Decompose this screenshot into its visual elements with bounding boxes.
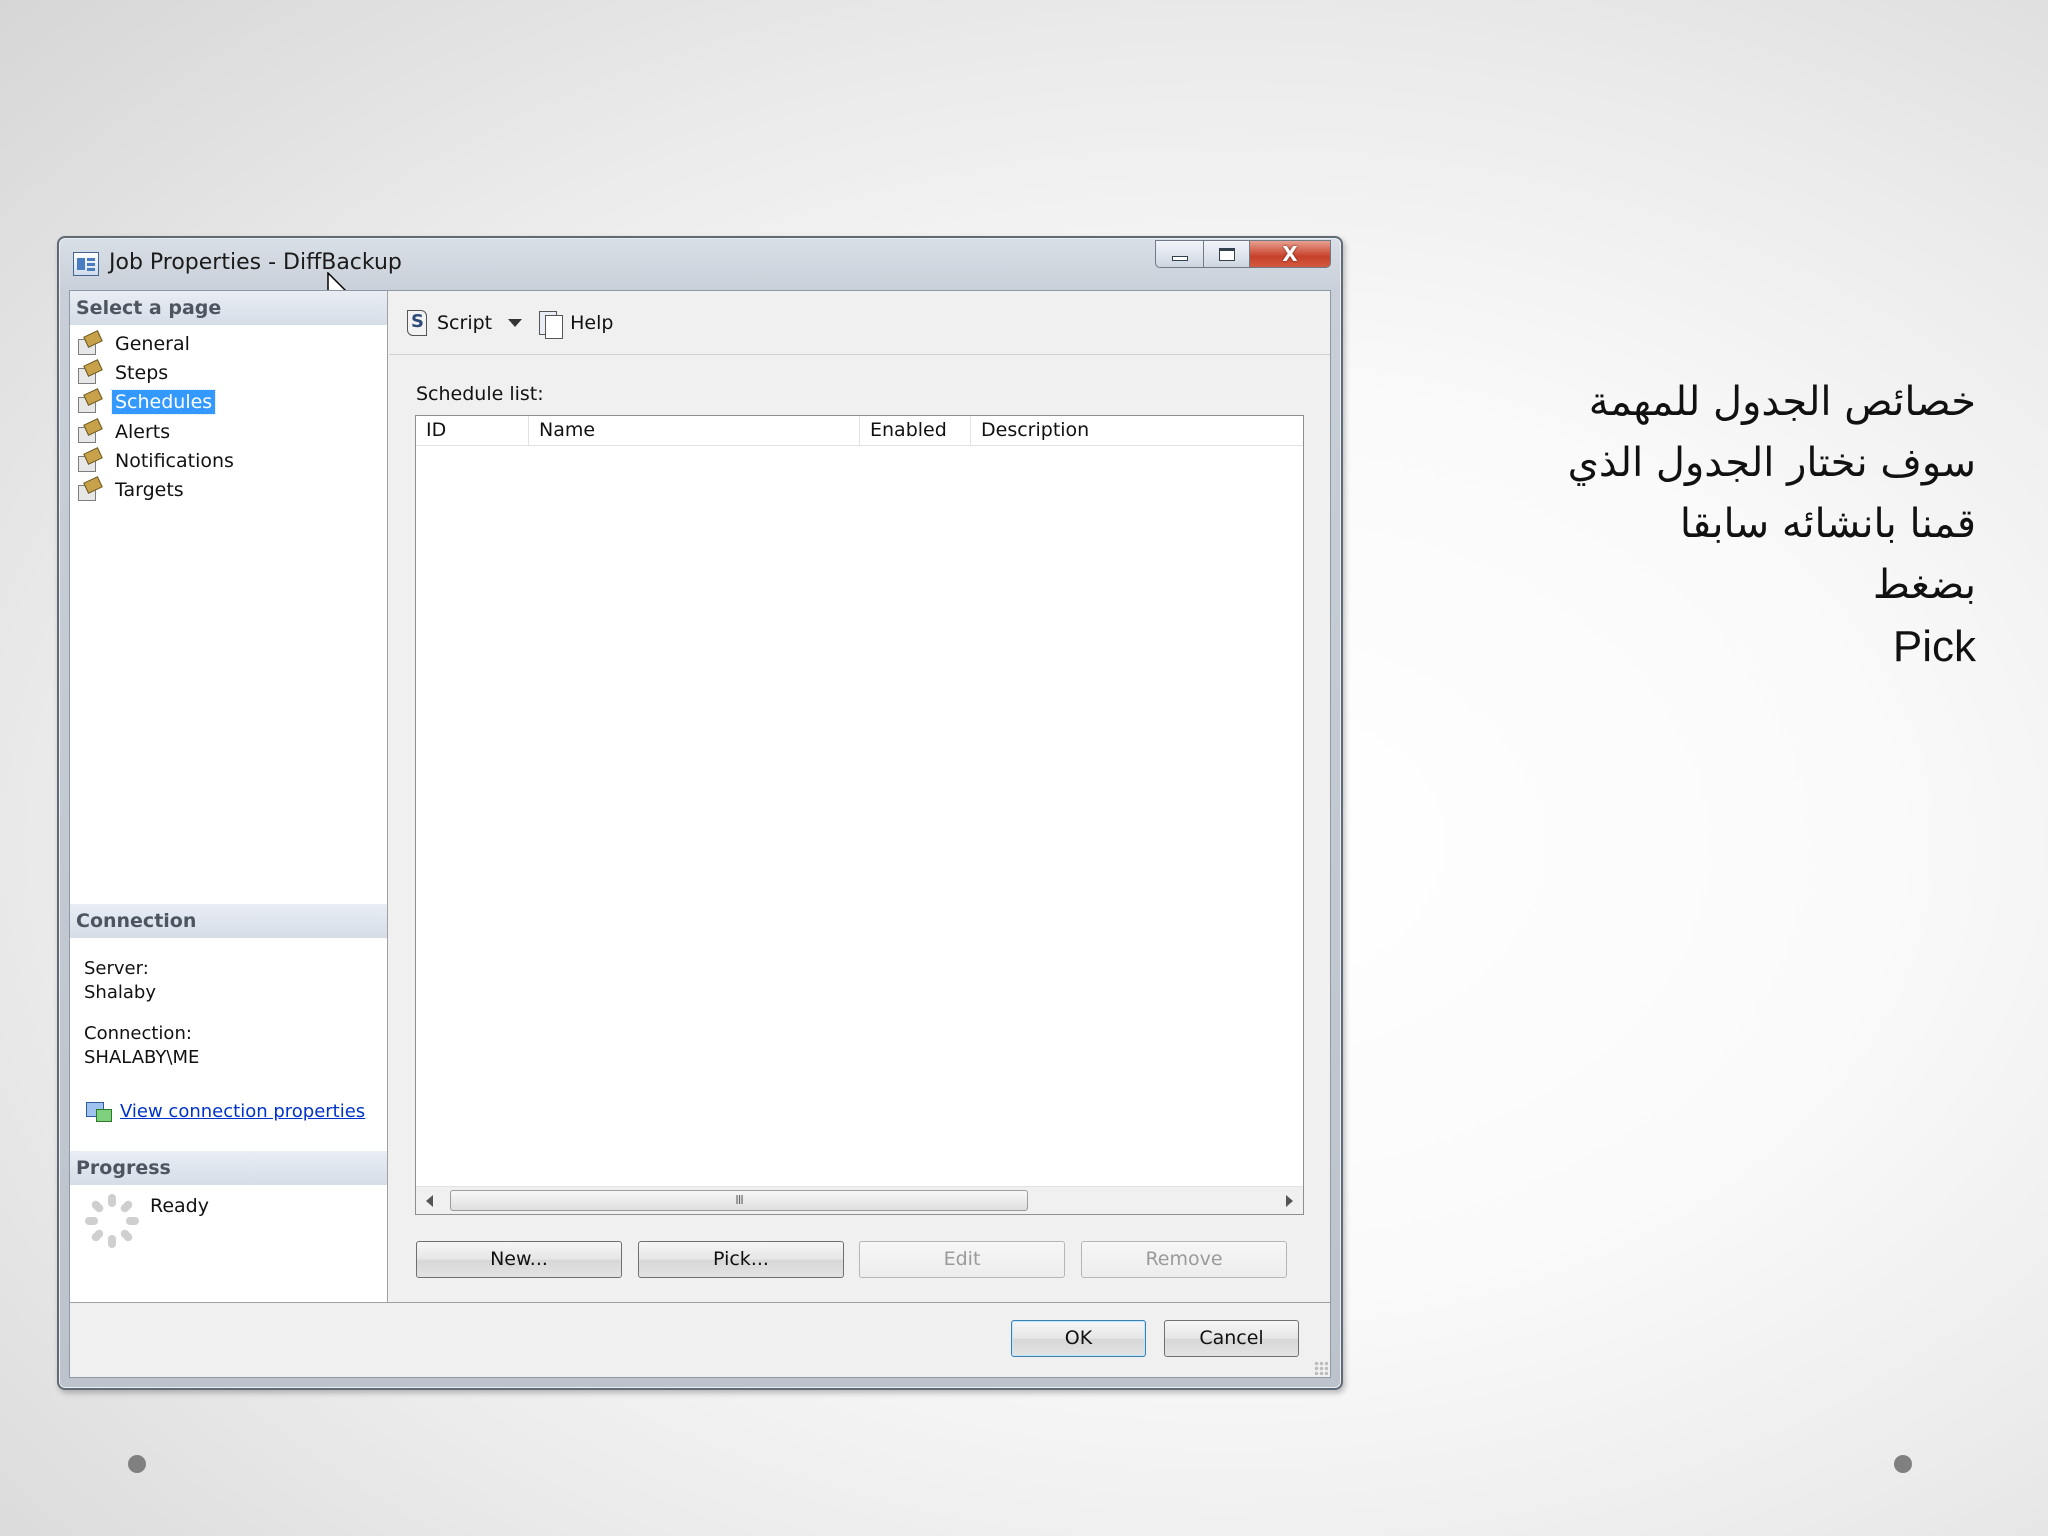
caption-line-2: سوف نختار الجدول الذي <box>1567 440 1976 486</box>
minimize-button[interactable] <box>1155 240 1203 268</box>
slide-bullet-dot-left <box>128 1455 146 1473</box>
footer-divider <box>70 1302 1330 1303</box>
job-properties-window: Job Properties - DiffBackup X Select a p… <box>57 236 1343 1390</box>
connection-label: Connection: <box>84 1023 192 1044</box>
resize-grip-icon[interactable] <box>1314 1361 1328 1375</box>
page-item-schedules[interactable]: Schedules <box>76 388 237 417</box>
maximize-button[interactable] <box>1203 240 1249 268</box>
script-dropdown-arrow-icon[interactable] <box>508 318 523 327</box>
script-label: Script <box>437 311 493 334</box>
connection-info: Connection: SHALABY\ME <box>84 1022 199 1070</box>
page-label: Targets <box>115 479 184 502</box>
toolbar: Script Help <box>389 291 1330 355</box>
connection-value: SHALABY\ME <box>84 1047 200 1068</box>
caption-line-4: بضغط <box>1872 562 1976 608</box>
help-label: Help <box>570 311 614 334</box>
grid-header: ID Name Enabled Description <box>416 416 1303 446</box>
close-icon: X <box>1282 242 1298 266</box>
page-label: Alerts <box>115 420 171 443</box>
page-label: General <box>115 332 190 355</box>
page-label: Schedules <box>110 389 217 416</box>
column-header-enabled[interactable]: Enabled <box>860 416 971 446</box>
window-title: Job Properties - DiffBackup <box>109 250 402 275</box>
caption-line-1: خصائص الجدول للمهمة <box>1588 379 1976 425</box>
progress-status: Ready <box>84 1193 209 1249</box>
pick-button[interactable]: Pick... <box>638 1241 844 1278</box>
progress-status-text: Ready <box>150 1195 209 1217</box>
select-page-header: Select a page <box>70 291 387 325</box>
page-label: Notifications <box>115 449 234 472</box>
progress-header: Progress <box>70 1151 387 1185</box>
remove-button[interactable]: Remove <box>1081 1241 1287 1278</box>
page-list: General Steps Schedules Alerts Notificat… <box>76 329 237 505</box>
window-controls: X <box>1155 240 1331 268</box>
scrollbar-thumb[interactable]: III <box>450 1190 1028 1211</box>
scroll-left-arrow-icon[interactable] <box>426 1195 433 1207</box>
help-button[interactable]: Help <box>536 308 614 339</box>
page-icon <box>76 478 102 502</box>
maximize-icon <box>1218 247 1235 261</box>
column-header-name[interactable]: Name <box>529 416 860 446</box>
horizontal-scrollbar[interactable]: III <box>416 1186 1303 1214</box>
new-button[interactable]: New... <box>416 1241 622 1278</box>
dialog-client-area: Select a page General Steps Schedules Al… <box>69 290 1331 1378</box>
view-connection-row: View connection properties <box>86 1099 365 1123</box>
caption-line-5: Pick <box>1892 622 1976 671</box>
slide-bullet-dot-right <box>1894 1455 1912 1473</box>
page-icon <box>76 420 102 444</box>
server-info: Server: Shalaby <box>84 957 156 1005</box>
connection-properties-icon <box>86 1099 112 1123</box>
window-app-icon <box>73 252 99 276</box>
page-item-targets[interactable]: Targets <box>76 475 237 504</box>
left-pane: Select a page General Steps Schedules Al… <box>70 291 388 1302</box>
column-header-id[interactable]: ID <box>416 416 529 446</box>
title-bar[interactable]: Job Properties - DiffBackup X <box>59 238 1341 306</box>
connection-header: Connection <box>70 904 387 938</box>
scroll-right-arrow-icon[interactable] <box>1286 1195 1293 1207</box>
slide-caption: خصائص الجدول للمهمة سوف نختار الجدول الذ… <box>1356 372 1976 677</box>
server-label: Server: <box>84 958 149 979</box>
caption-line-3: قمنا بانشائه سابقا <box>1679 501 1976 547</box>
schedule-list-grid[interactable]: ID Name Enabled Description III <box>415 415 1304 1215</box>
schedule-list-label: Schedule list: <box>416 383 544 405</box>
server-value: Shalaby <box>84 982 156 1003</box>
page-item-steps[interactable]: Steps <box>76 358 237 387</box>
page-item-alerts[interactable]: Alerts <box>76 417 237 446</box>
page-label: Steps <box>115 361 169 384</box>
progress-spinner-icon <box>84 1193 140 1249</box>
page-icon <box>76 390 102 414</box>
help-icon <box>536 308 564 339</box>
script-icon <box>403 308 431 338</box>
edit-button[interactable]: Edit <box>859 1241 1065 1278</box>
close-button[interactable]: X <box>1249 240 1331 268</box>
view-connection-properties-link[interactable]: View connection properties <box>120 1101 365 1122</box>
script-button[interactable]: Script <box>403 308 492 338</box>
page-item-notifications[interactable]: Notifications <box>76 446 237 475</box>
column-header-description[interactable]: Description <box>971 416 1303 446</box>
page-icon <box>76 449 102 473</box>
cancel-button[interactable]: Cancel <box>1164 1320 1299 1357</box>
ok-button[interactable]: OK <box>1011 1320 1146 1357</box>
page-icon <box>76 361 102 385</box>
page-item-general[interactable]: General <box>76 329 237 358</box>
page-icon <box>76 332 102 356</box>
minimize-icon <box>1171 255 1188 261</box>
